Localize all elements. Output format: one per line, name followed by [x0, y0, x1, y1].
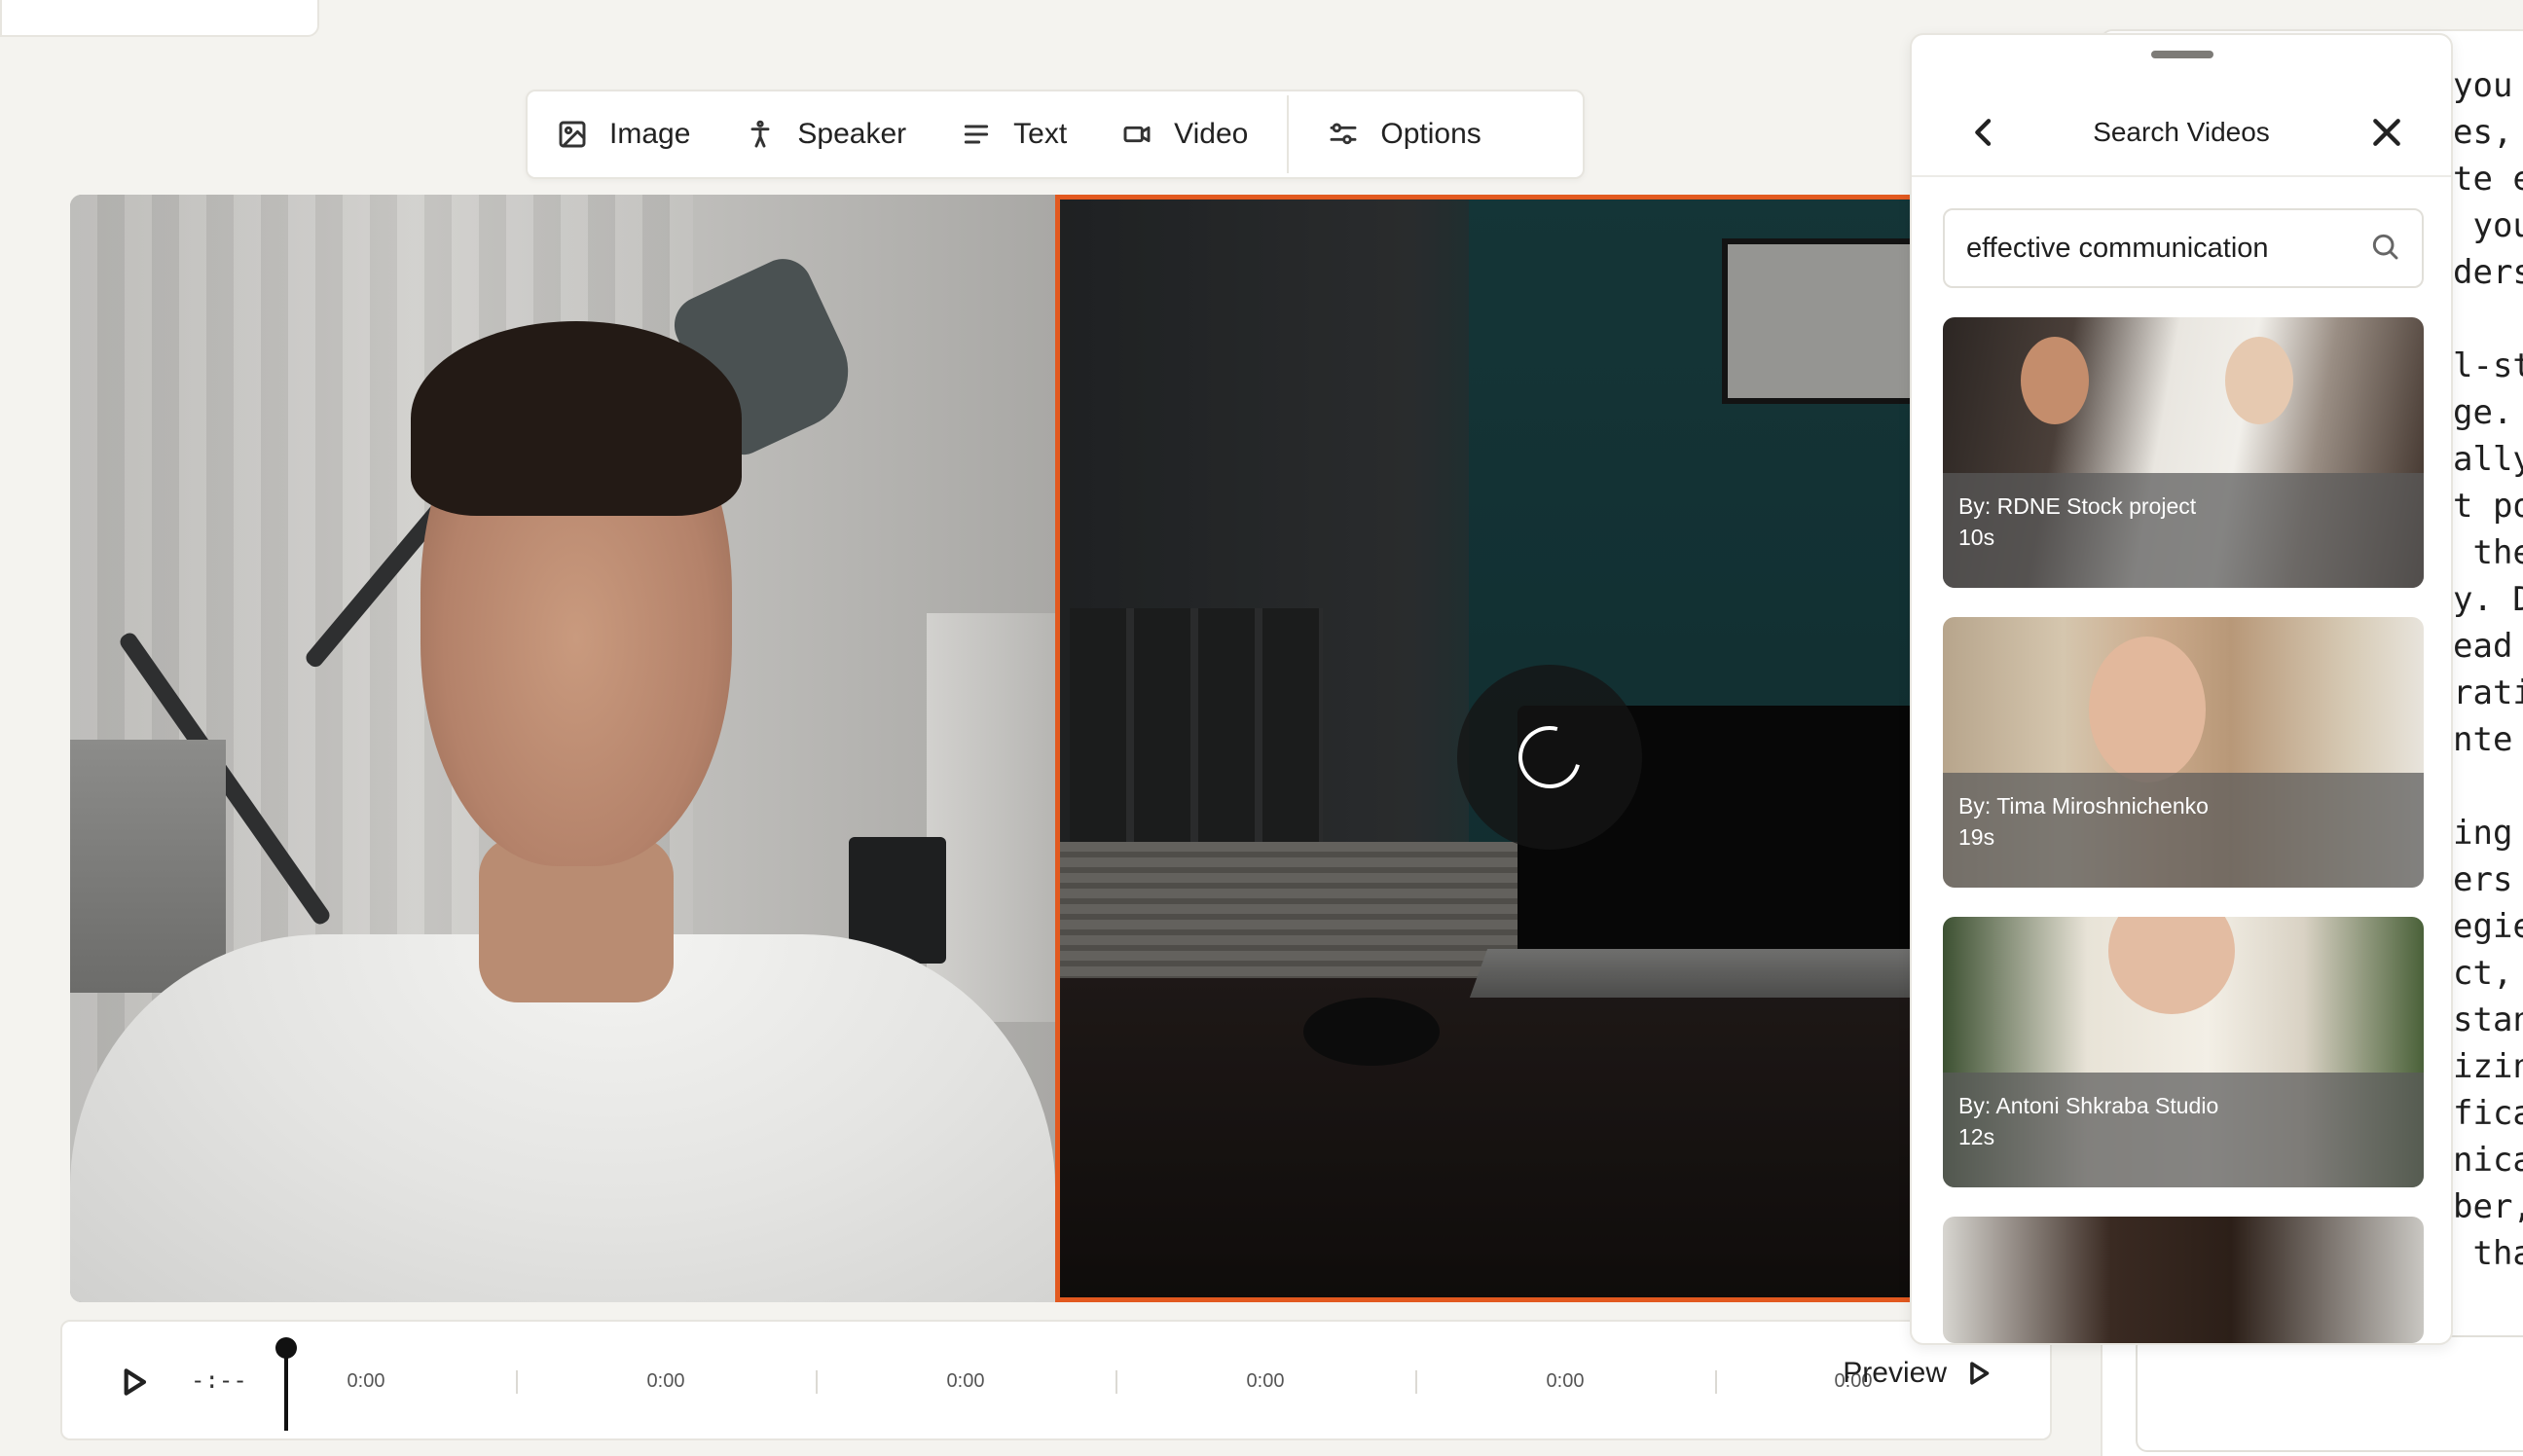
video-caption: By: RDNE Stock project 10s: [1943, 473, 2424, 588]
thumbnail-person: [2089, 637, 2206, 783]
thumbnail-person: [2225, 337, 2293, 424]
text-button-label: Text: [1013, 118, 1068, 150]
loading-indicator: [1457, 665, 1642, 850]
video-canvas[interactable]: [70, 195, 1939, 1302]
video-duration: 19s: [1958, 824, 1995, 850]
video-button[interactable]: Video: [1094, 91, 1275, 177]
video-result-card[interactable]: By: Tima Miroshnichenko 19s: [1943, 617, 2424, 888]
toolbar-divider: [1287, 95, 1290, 173]
video-duration: 10s: [1958, 525, 1995, 550]
tick-label: 0:00: [1546, 1370, 1585, 1392]
text-button[interactable]: Text: [933, 91, 1094, 177]
video-result-card[interactable]: By: RDNE Stock project 10s: [1943, 317, 2424, 588]
spinner-icon: [1507, 714, 1592, 800]
image-icon: [559, 121, 586, 148]
tick-mark: [1715, 1370, 1717, 1394]
options-button[interactable]: Options: [1300, 91, 1508, 177]
tick-mark: [1115, 1370, 1117, 1394]
tick-label: 0:00: [646, 1370, 685, 1392]
speaker-button[interactable]: Speaker: [717, 91, 933, 177]
image-button[interactable]: Image: [557, 91, 717, 177]
tick-mark: [516, 1370, 518, 1394]
video-camera-icon: [1123, 126, 1151, 143]
play-icon: [1970, 1362, 1990, 1385]
video-result-card[interactable]: By: Antoni Shkraba Studio 12s: [1943, 917, 2424, 1187]
play-icon: [124, 1368, 147, 1396]
current-time: -:--: [191, 1366, 247, 1394]
search-videos-drawer: Search Videos effective communication By…: [1910, 33, 2453, 1345]
paper-tray: [70, 740, 226, 993]
video-author: By: RDNE Stock project: [1958, 493, 2197, 519]
person-icon: [750, 120, 770, 148]
video-author: By: Tima Miroshnichenko: [1958, 793, 2209, 819]
tick-label: 0:00: [1246, 1370, 1285, 1392]
options-button-label: Options: [1380, 118, 1481, 150]
preview-label: Preview: [1843, 1357, 1947, 1389]
top-left-card: [0, 0, 319, 37]
close-button[interactable]: [2367, 113, 2406, 152]
script-input[interactable]: [2136, 1335, 2523, 1452]
timeline: -:-- 0:00 0:00 0:00 0:00 0:00 0:00 Previ…: [60, 1320, 2052, 1440]
timeline-ruler[interactable]: 0:00 0:00 0:00 0:00 0:00 0:00: [288, 1322, 1872, 1442]
image-button-label: Image: [609, 118, 691, 150]
tick-mark: [816, 1370, 818, 1394]
video-duration: 12s: [1958, 1124, 1995, 1149]
preview-button[interactable]: Preview: [1843, 1357, 1995, 1390]
tick-label: 0:00: [347, 1370, 385, 1392]
thumbnail-person: [2021, 337, 2089, 424]
close-icon: [2373, 119, 2400, 146]
editor-toolbar: Image Speaker Text Video Options: [526, 90, 1585, 179]
video-result-card[interactable]: [1943, 1217, 2424, 1343]
cabinet: [927, 613, 1063, 1022]
search-value: effective communication: [1966, 232, 2269, 264]
thumbnail-person: [2108, 917, 2235, 1014]
speaker-scene[interactable]: [70, 195, 1063, 1302]
video-caption: By: Tima Miroshnichenko 19s: [1943, 773, 2424, 888]
video-results: By: RDNE Stock project 10s By: Tima Miro…: [1943, 317, 2424, 1343]
play-button[interactable]: [115, 1363, 154, 1401]
speaker-button-label: Speaker: [797, 118, 907, 150]
sliders-icon: [1330, 123, 1357, 145]
drawer-header: Search Videos: [1912, 74, 2451, 177]
playhead[interactable]: [275, 1337, 297, 1431]
search-icon[interactable]: [2369, 231, 2400, 267]
selected-video-clip[interactable]: [1055, 195, 1939, 1302]
speaker-hair: [411, 321, 742, 516]
tick-mark: [1415, 1370, 1417, 1394]
text-lines-icon: [965, 125, 989, 144]
drag-handle[interactable]: [2151, 51, 2213, 58]
video-thumbnail: [1943, 1217, 2424, 1343]
video-button-label: Video: [1174, 118, 1249, 150]
script-text[interactable]: you es, te e you ders l-st ge. ally t po…: [2453, 62, 2523, 1277]
video-author: By: Antoni Shkraba Studio: [1958, 1093, 2219, 1118]
search-input[interactable]: effective communication: [1943, 208, 2424, 288]
video-caption: By: Antoni Shkraba Studio 12s: [1943, 1073, 2424, 1187]
tick-label: 0:00: [946, 1370, 985, 1392]
